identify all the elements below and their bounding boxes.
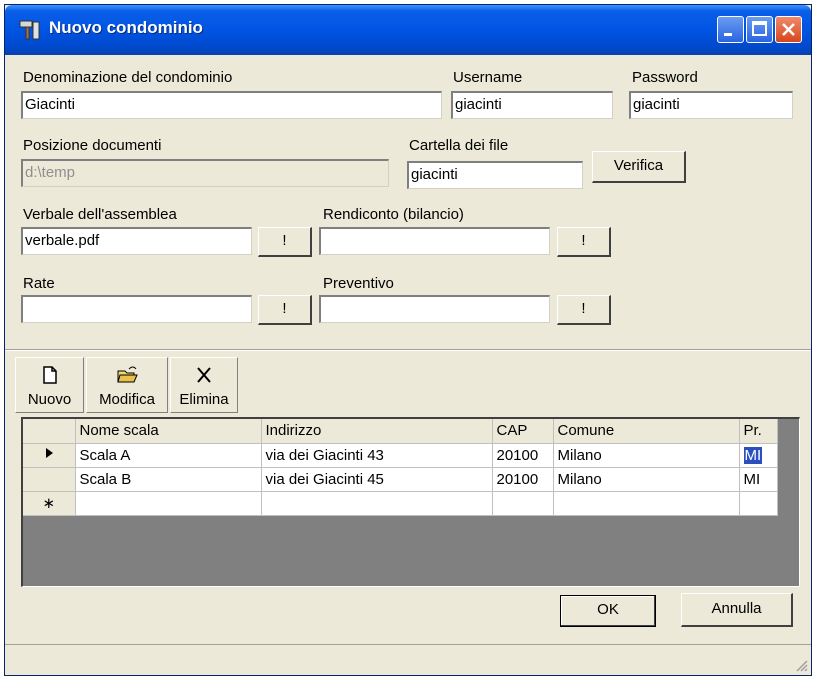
- cell-indirizzo[interactable]: [261, 491, 493, 516]
- cell-comune[interactable]: Milano: [553, 467, 740, 492]
- separator: [5, 349, 811, 351]
- cell-cap[interactable]: 20100: [492, 467, 554, 492]
- cell-nome[interactable]: Scala A: [75, 443, 262, 468]
- cell-cap[interactable]: [492, 491, 554, 516]
- maximize-icon: [752, 21, 767, 36]
- posizione-label: Posizione documenti: [23, 137, 162, 154]
- current-row-icon: [45, 448, 53, 458]
- password-input[interactable]: giacinti: [629, 91, 793, 119]
- delete-icon: [197, 367, 211, 383]
- column-header-pr[interactable]: Pr.: [739, 419, 778, 444]
- modifica-label: Modifica: [99, 391, 155, 408]
- dialog-window: Nuovo condominio Denominazione del condo…: [4, 4, 812, 676]
- rate-input[interactable]: [21, 295, 252, 323]
- elimina-label: Elimina: [179, 391, 229, 408]
- rendiconto-browse-button[interactable]: !: [557, 227, 611, 257]
- denominazione-input[interactable]: Giacinti: [21, 91, 442, 119]
- cell-nome[interactable]: [75, 491, 262, 516]
- cartella-label: Cartella dei file: [409, 137, 509, 154]
- elimina-button[interactable]: Elimina: [170, 357, 238, 413]
- cell-pr-selected-text: MI: [743, 446, 763, 464]
- cartella-input[interactable]: giacinti: [407, 161, 583, 189]
- cell-indirizzo[interactable]: via dei Giacinti 45: [261, 467, 493, 492]
- title-bar[interactable]: Nuovo condominio: [5, 5, 811, 55]
- open-folder-icon: [117, 366, 138, 383]
- verbale-label: Verbale dell'assemblea: [23, 206, 177, 223]
- column-header-indirizzo[interactable]: Indirizzo: [261, 419, 493, 444]
- maximize-button[interactable]: [746, 16, 773, 43]
- preventivo-label: Preventivo: [323, 275, 394, 292]
- cell-comune[interactable]: [553, 491, 740, 516]
- cell-cap[interactable]: 20100: [492, 443, 554, 468]
- preventivo-input[interactable]: [319, 295, 550, 323]
- row-selector[interactable]: [23, 443, 76, 468]
- scale-grid[interactable]: Nome scala Indirizzo CAP Comune Pr. Scal…: [21, 417, 800, 587]
- username-input[interactable]: giacinti: [451, 91, 613, 119]
- rendiconto-input[interactable]: [319, 227, 550, 255]
- column-header-comune[interactable]: Comune: [553, 419, 740, 444]
- minimize-button[interactable]: [717, 16, 744, 43]
- verbale-browse-button[interactable]: !: [258, 227, 312, 257]
- rate-browse-button[interactable]: !: [258, 295, 312, 325]
- cell-nome[interactable]: Scala B: [75, 467, 262, 492]
- ok-button[interactable]: OK: [560, 595, 656, 627]
- close-button[interactable]: [775, 16, 802, 43]
- verbale-input[interactable]: verbale.pdf: [21, 227, 252, 255]
- grid-header-row: Nome scala Indirizzo CAP Comune Pr.: [23, 419, 778, 444]
- new-document-icon: [42, 366, 57, 384]
- denominazione-label: Denominazione del condominio: [23, 69, 233, 86]
- status-bar: [5, 644, 811, 675]
- new-row-marker[interactable]: ∗: [23, 491, 76, 516]
- modifica-button[interactable]: Modifica: [86, 357, 168, 413]
- grid-corner: [23, 419, 76, 444]
- password-label: Password: [632, 69, 698, 86]
- rendiconto-label: Rendiconto (bilancio): [323, 206, 464, 223]
- new-row[interactable]: ∗: [23, 491, 778, 516]
- posizione-input: d:\temp: [21, 159, 389, 187]
- username-label: Username: [453, 69, 523, 86]
- app-icon: [19, 20, 40, 40]
- cell-comune[interactable]: Milano: [553, 443, 740, 468]
- nuovo-label: Nuovo: [27, 391, 72, 408]
- cell-pr[interactable]: [739, 491, 778, 516]
- minimize-icon: [724, 33, 732, 36]
- cell-indirizzo[interactable]: via dei Giacinti 43: [261, 443, 493, 468]
- verifica-button[interactable]: Verifica: [592, 151, 686, 183]
- preventivo-browse-button[interactable]: !: [557, 295, 611, 325]
- table-row[interactable]: Scala B via dei Giacinti 45 20100 Milano…: [23, 467, 778, 492]
- row-selector[interactable]: [23, 467, 76, 492]
- nuovo-button[interactable]: Nuovo: [15, 357, 84, 413]
- resize-grip-icon[interactable]: [793, 657, 809, 673]
- rate-label: Rate: [23, 275, 55, 292]
- column-header-nome[interactable]: Nome scala: [75, 419, 262, 444]
- table-row[interactable]: Scala A via dei Giacinti 43 20100 Milano…: [23, 443, 778, 468]
- cell-pr[interactable]: MI: [739, 443, 778, 468]
- window-title: Nuovo condominio: [49, 18, 203, 37]
- column-header-cap[interactable]: CAP: [492, 419, 554, 444]
- annulla-button[interactable]: Annulla: [681, 593, 793, 627]
- cell-pr[interactable]: MI: [739, 467, 778, 492]
- scale-table[interactable]: Nome scala Indirizzo CAP Comune Pr. Scal…: [23, 419, 778, 516]
- close-icon: [782, 23, 795, 36]
